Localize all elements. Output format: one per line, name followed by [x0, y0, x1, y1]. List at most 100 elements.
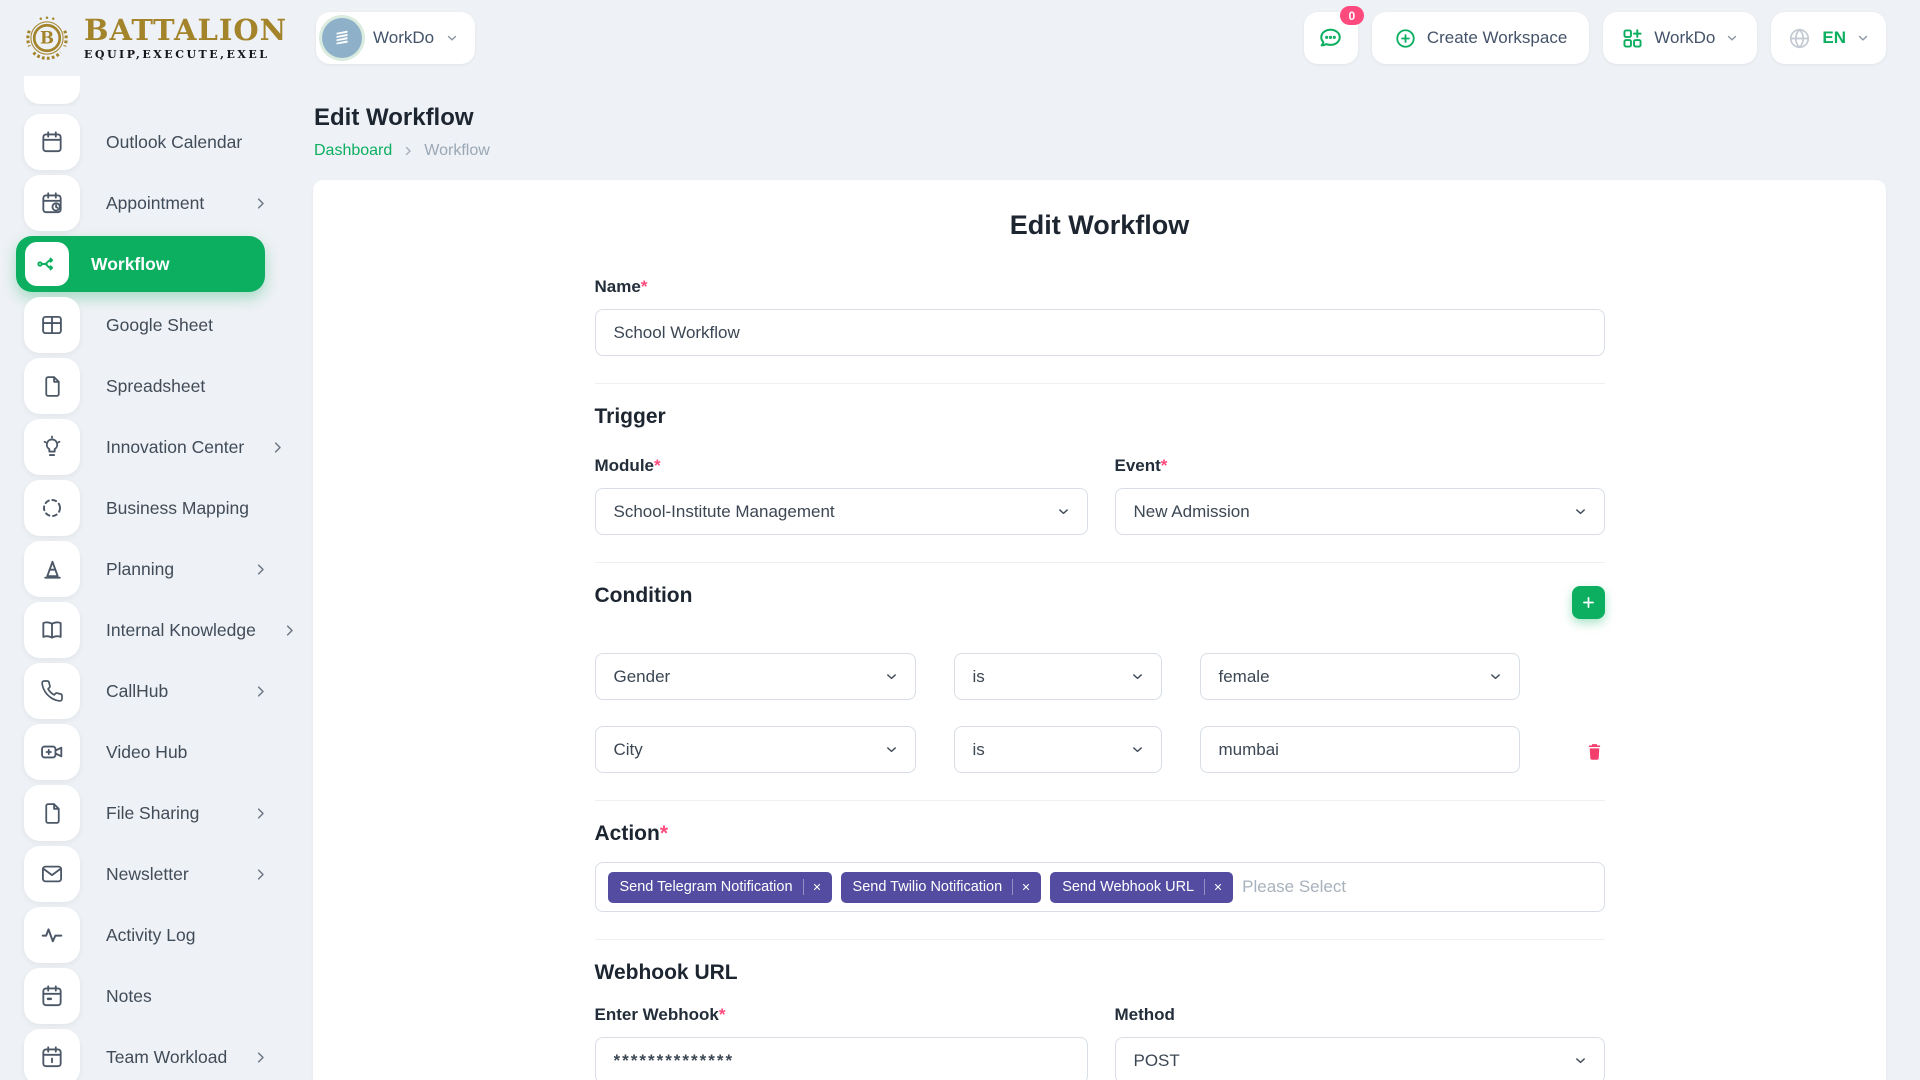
plus-icon	[1580, 594, 1597, 611]
sidebar-nav: Outlook Calendar Appointment Workflow Go…	[0, 76, 306, 1080]
sidebar-item-label: File Sharing	[106, 803, 199, 824]
section-divider	[595, 939, 1605, 940]
logo-initial: B	[40, 28, 54, 48]
action-tag: Send Twilio Notification	[841, 872, 1042, 903]
globe-icon	[1787, 26, 1812, 51]
breadcrumb: Dashboard Workflow	[314, 142, 1920, 160]
condition-value-input[interactable]	[1200, 726, 1520, 773]
file-icon	[24, 785, 80, 841]
workspace-name: WorkDo	[373, 28, 434, 48]
calendar-icon	[24, 1029, 80, 1080]
webhook-heading: Webhook URL	[595, 961, 1605, 985]
sidebar-item-label: Innovation Center	[106, 437, 244, 458]
module-label: Module*	[595, 456, 1088, 476]
page-title: Edit Workflow	[314, 104, 1920, 132]
file-icon	[24, 358, 80, 414]
tag-divider	[1204, 879, 1205, 895]
workspace-selector[interactable]: WorkDo	[316, 12, 475, 64]
sidebar-item-file-sharing[interactable]: File Sharing	[24, 785, 306, 841]
chevron-right-icon	[253, 1050, 268, 1065]
section-divider	[595, 562, 1605, 563]
sidebar-item-outlook-calendar[interactable]: Outlook Calendar	[24, 114, 306, 170]
condition-operator-value: is	[973, 667, 985, 687]
chevron-right-icon	[253, 196, 268, 211]
condition-field-select[interactable]: City	[595, 726, 916, 773]
chevron-down-icon	[1573, 1053, 1588, 1068]
sidebar-item-video-hub[interactable]: Video Hub	[24, 724, 306, 780]
sidebar-item-label: Activity Log	[106, 925, 195, 946]
condition-field-value: Gender	[614, 667, 671, 687]
sidebar-item-partial[interactable]	[24, 76, 80, 106]
method-select[interactable]: POST	[1115, 1037, 1605, 1080]
create-workspace-button[interactable]: Create Workspace	[1372, 12, 1589, 64]
chevron-down-icon	[1856, 31, 1870, 45]
close-icon	[812, 882, 822, 892]
condition-field-select[interactable]: Gender	[595, 653, 916, 700]
table-icon	[24, 297, 80, 353]
sidebar-item-planning[interactable]: Planning	[24, 541, 306, 597]
sidebar-item-callhub[interactable]: CallHub	[24, 663, 306, 719]
battalion-logo-icon: B	[20, 11, 74, 65]
video-camera-icon	[24, 724, 80, 780]
sidebar-item-notes[interactable]: Notes	[24, 968, 306, 1024]
activity-icon	[24, 907, 80, 963]
tag-remove-button[interactable]	[1213, 882, 1233, 892]
sidebar-item-business-mapping[interactable]: Business Mapping	[24, 480, 306, 536]
calendar-note-icon	[24, 968, 80, 1024]
name-input[interactable]	[595, 309, 1605, 356]
condition-operator-select[interactable]: is	[954, 726, 1162, 773]
sidebar-item-team-workload[interactable]: Team Workload	[24, 1029, 306, 1080]
chevron-right-icon	[253, 806, 268, 821]
condition-operator-select[interactable]: is	[954, 653, 1162, 700]
dashed-circle-icon	[24, 480, 80, 536]
trash-icon	[1584, 741, 1605, 762]
sidebar-item-label: Appointment	[106, 193, 204, 214]
event-select[interactable]: New Admission	[1115, 488, 1605, 535]
tag-remove-button[interactable]	[812, 882, 832, 892]
chevron-right-icon	[253, 867, 268, 882]
action-search-input[interactable]	[1242, 877, 1591, 897]
chevron-right-icon	[402, 145, 414, 157]
tag-remove-button[interactable]	[1021, 882, 1041, 892]
plus-circle-icon	[1394, 27, 1417, 50]
sidebar-item-internal-knowledge[interactable]: Internal Knowledge	[24, 602, 306, 658]
webhook-url-input[interactable]	[595, 1037, 1088, 1080]
sidebar-item-google-sheet[interactable]: Google Sheet	[24, 297, 306, 353]
sidebar-item-spreadsheet[interactable]: Spreadsheet	[24, 358, 306, 414]
mail-icon	[24, 846, 80, 902]
messenger-button[interactable]: 0	[1304, 12, 1358, 64]
sidebar-item-appointment[interactable]: Appointment	[24, 175, 306, 231]
module-select[interactable]: School-Institute Management	[595, 488, 1088, 535]
condition-field-value: City	[614, 740, 643, 760]
action-tag: Send Webhook URL	[1050, 872, 1233, 903]
workspace-avatar	[322, 18, 362, 58]
add-condition-button[interactable]	[1572, 586, 1605, 619]
required-mark: *	[1161, 456, 1168, 475]
breadcrumb-dashboard-link[interactable]: Dashboard	[314, 142, 392, 160]
enter-webhook-label: Enter Webhook*	[595, 1005, 1088, 1025]
condition-value: female	[1219, 667, 1270, 687]
form-heading: Edit Workflow	[313, 210, 1886, 241]
tag-divider	[803, 879, 804, 895]
condition-value-select[interactable]: female	[1200, 653, 1520, 700]
edit-workflow-card: Edit Workflow Name* Trigger Module* Scho…	[313, 180, 1886, 1080]
workdo-apps-menu[interactable]: WorkDo	[1603, 12, 1757, 64]
sidebar-item-innovation-center[interactable]: Innovation Center	[24, 419, 306, 475]
method-select-value: POST	[1134, 1051, 1180, 1071]
action-multiselect[interactable]: Send Telegram Notification Send Twilio N…	[595, 862, 1605, 912]
workdo-menu-label: WorkDo	[1654, 28, 1715, 48]
delete-condition-button[interactable]	[1584, 741, 1605, 762]
grid-plus-icon	[1621, 27, 1644, 50]
language-selector[interactable]: EN	[1771, 12, 1886, 64]
book-icon	[24, 602, 80, 658]
chevron-down-icon	[1488, 669, 1503, 684]
sidebar-item-workflow[interactable]: Workflow	[16, 236, 265, 292]
sidebar-item-activity-log[interactable]: Activity Log	[24, 907, 306, 963]
chevron-right-icon	[270, 440, 285, 455]
chevron-right-icon	[253, 562, 268, 577]
condition-row: City is	[595, 726, 1605, 773]
sidebar-item-label: Workflow	[91, 254, 169, 275]
sidebar-item-newsletter[interactable]: Newsletter	[24, 846, 306, 902]
action-tag: Send Telegram Notification	[608, 872, 832, 903]
name-label: Name*	[595, 277, 1605, 297]
